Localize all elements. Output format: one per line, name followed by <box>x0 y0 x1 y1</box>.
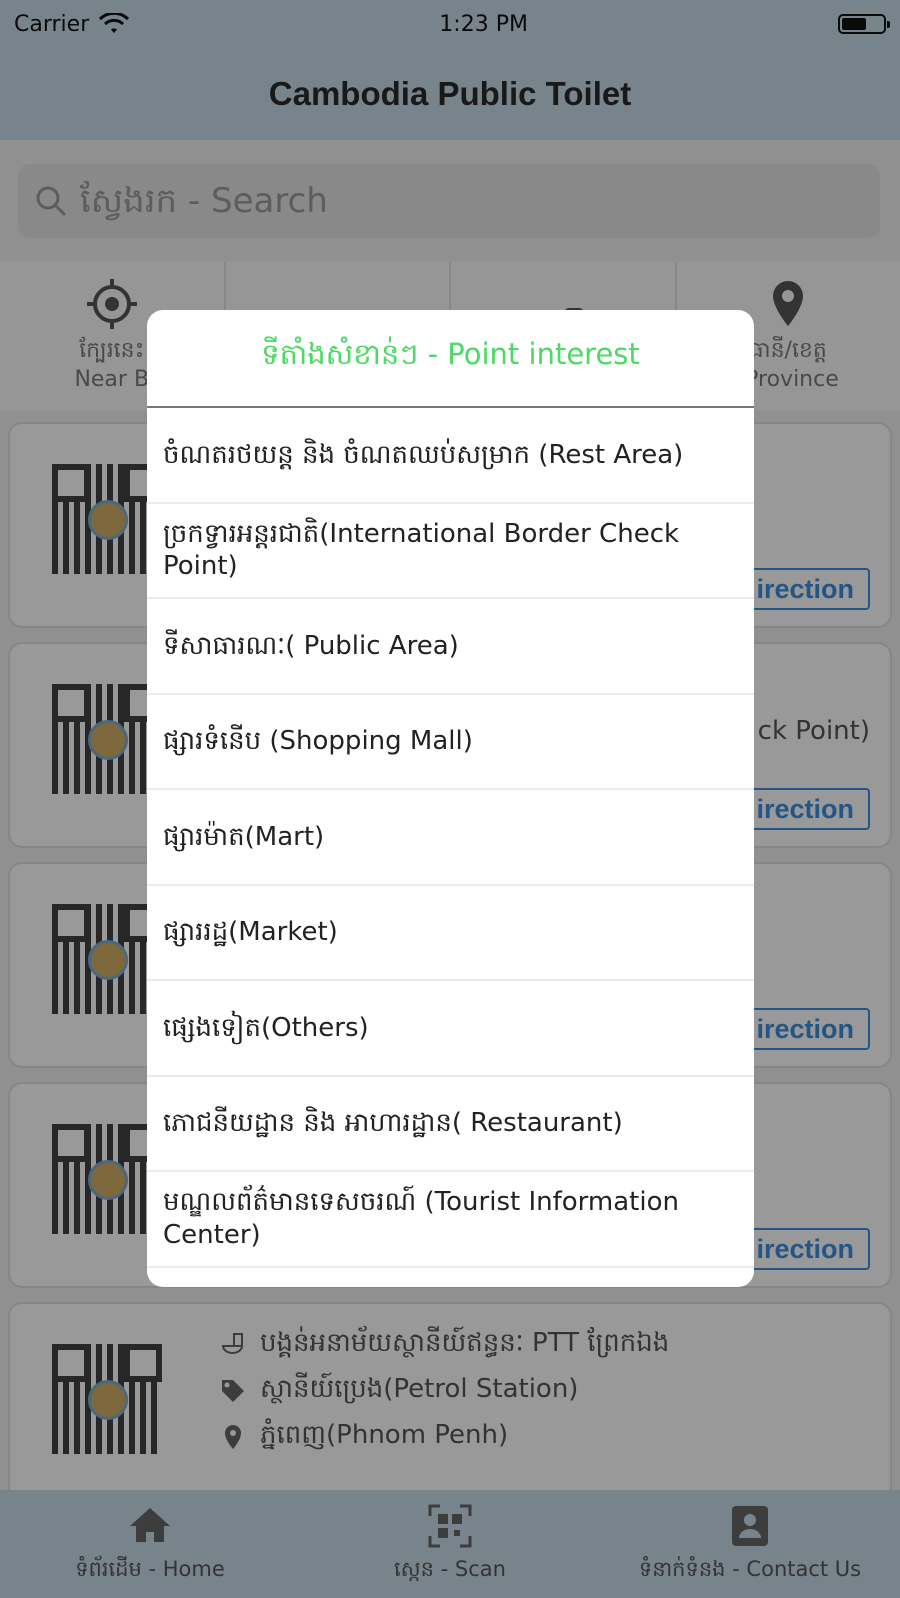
option-restaurant[interactable]: ភោជនីយដ្ឋាន និង អាហារដ្ឋាន( Restaurant) <box>147 1077 754 1172</box>
point-interest-dialog: ទីតាំងសំខាន់ៗ - Point interest ចំណតរថយន្… <box>147 310 754 1287</box>
option-mart[interactable]: ផ្សារម៉ាត(Mart) <box>147 790 754 886</box>
option-tourist-info[interactable]: មណ្ឌលព័ត៌មានទេសចរណ៍ (Tourist Information… <box>147 1172 754 1268</box>
dialog-title: ទីតាំងសំខាន់ៗ - Point interest <box>147 310 754 408</box>
option-public-area[interactable]: ទីសាធារណៈ( Public Area) <box>147 599 754 695</box>
option-market[interactable]: ផ្សាររដ្ឋ(Market) <box>147 886 754 981</box>
option-rest-area[interactable]: ចំណតរថយន្ត និង ចំណតឈប់សម្រាក (Rest Area) <box>147 408 754 504</box>
option-others[interactable]: ផ្សេងទៀត(Others) <box>147 981 754 1077</box>
option-shopping-mall[interactable]: ផ្សារទំនើប (Shopping Mall) <box>147 695 754 790</box>
option-border-check-point[interactable]: ច្រកទ្វារអន្តរជាតិ(International Border … <box>147 504 754 599</box>
